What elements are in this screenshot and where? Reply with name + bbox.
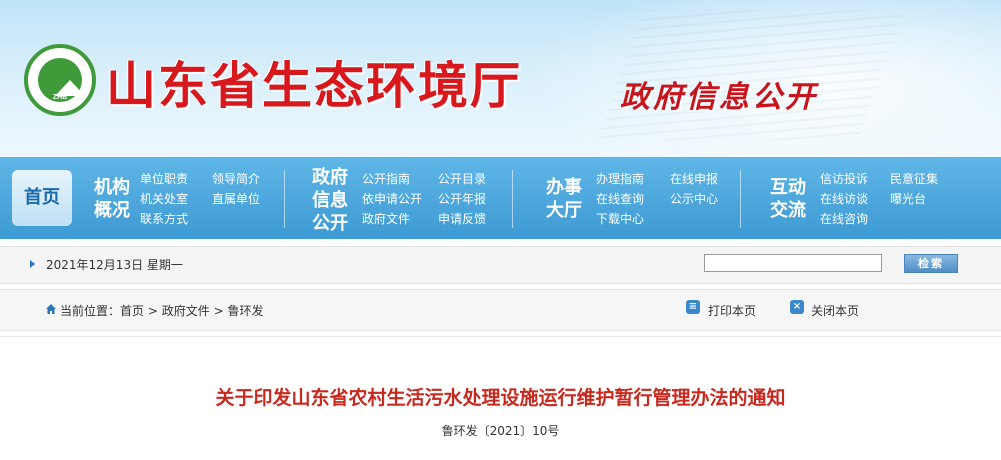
nav-group-title-line: 信息 [312,190,348,211]
current-date: 2021年12月13日 星期一 [46,258,183,272]
site-logo[interactable]: ZHB [24,44,96,116]
close-page-link[interactable]: 关闭本页 [811,302,859,319]
nav-link-service-guide[interactable]: 办理指南 [596,172,644,186]
nav-group-title-line: 大厅 [546,200,582,221]
breadcrumb-home[interactable]: 首页 [120,304,144,318]
print-icon[interactable]: ≡ [686,300,700,314]
nav-divider [512,170,513,228]
nav-link-open-catalog[interactable]: 公开目录 [438,172,486,186]
nav-link-departments[interactable]: 机关处室 [140,192,188,206]
nav-link-complaint[interactable]: 信访投诉 [820,172,868,186]
nav-link-gov-docs[interactable]: 政府文件 [362,212,410,226]
site-slogan: 政府信息公开 [620,80,818,115]
nav-link-annual-report[interactable]: 公开年报 [438,192,486,206]
search-button[interactable]: 检索 [904,254,958,273]
nav-group-title-line: 办事 [546,177,582,198]
nav-link-consult[interactable]: 在线咨询 [820,212,868,226]
nav-link-download[interactable]: 下载中心 [596,212,644,226]
nav-divider [740,170,741,228]
nav-divider [284,170,285,228]
nav-link-apply-feedback[interactable]: 申请反馈 [438,212,486,226]
breadcrumb-gov-docs[interactable]: 政府文件 [162,304,210,318]
article-doc-number: 鲁环发〔2021〕10号 [441,424,560,438]
home-icon [46,304,56,314]
nav-group-title-line: 机构 [94,177,130,198]
nav-home-button[interactable]: 首页 [12,170,72,226]
breadcrumb-prefix: 当前位置： [60,304,121,318]
nav-group-title-line: 公开 [312,213,348,234]
nav-link-exposure[interactable]: 曝光台 [890,192,926,206]
nav-link-open-guide[interactable]: 公开指南 [362,172,410,186]
nav-link-public-notice[interactable]: 公示中心 [670,192,718,206]
nav-link-interview[interactable]: 在线访谈 [820,192,868,206]
content-divider [0,336,1001,337]
caret-right-icon [30,260,35,268]
nav-link-opinion[interactable]: 民意征集 [890,172,938,186]
site-name[interactable]: 山东省生态环境厅 [106,46,522,118]
nav-group-title-line: 政府 [312,167,348,188]
nav-link-apply-open[interactable]: 依申请公开 [362,192,422,206]
nav-group-service-title[interactable]: 办事 大厅 [540,176,588,222]
nav-link-unit-duty[interactable]: 单位职责 [140,172,188,186]
nav-link-affiliates[interactable]: 直属单位 [212,192,260,206]
nav-group-title-line: 概况 [94,200,130,221]
search-input[interactable] [704,254,882,272]
breadcrumb-separator: > [213,304,224,318]
nav-group-title-line: 交流 [770,200,806,221]
breadcrumb: 当前位置：首页 > 政府文件 > 鲁环发 [60,302,264,319]
breadcrumb-separator: > [147,304,158,318]
nav-link-leaders[interactable]: 领导简介 [212,172,260,186]
breadcrumb-current[interactable]: 鲁环发 [227,304,263,318]
print-page-link[interactable]: 打印本页 [708,302,756,319]
logo-text: ZHB [52,94,68,101]
nav-group-org-title[interactable]: 机构 概况 [88,176,136,222]
nav-link-online-query[interactable]: 在线查询 [596,192,644,206]
nav-group-info-title[interactable]: 政府 信息 公开 [306,166,354,235]
article-title: 关于印发山东省农村生活污水处理设施运行维护暂行管理办法的通知 [215,387,786,409]
close-icon[interactable]: × [790,300,804,314]
nav-group-interact-title[interactable]: 互动 交流 [764,176,812,222]
nav-link-online-apply[interactable]: 在线申报 [670,172,718,186]
nav-link-contact[interactable]: 联系方式 [140,212,188,226]
nav-group-title-line: 互动 [770,177,806,198]
